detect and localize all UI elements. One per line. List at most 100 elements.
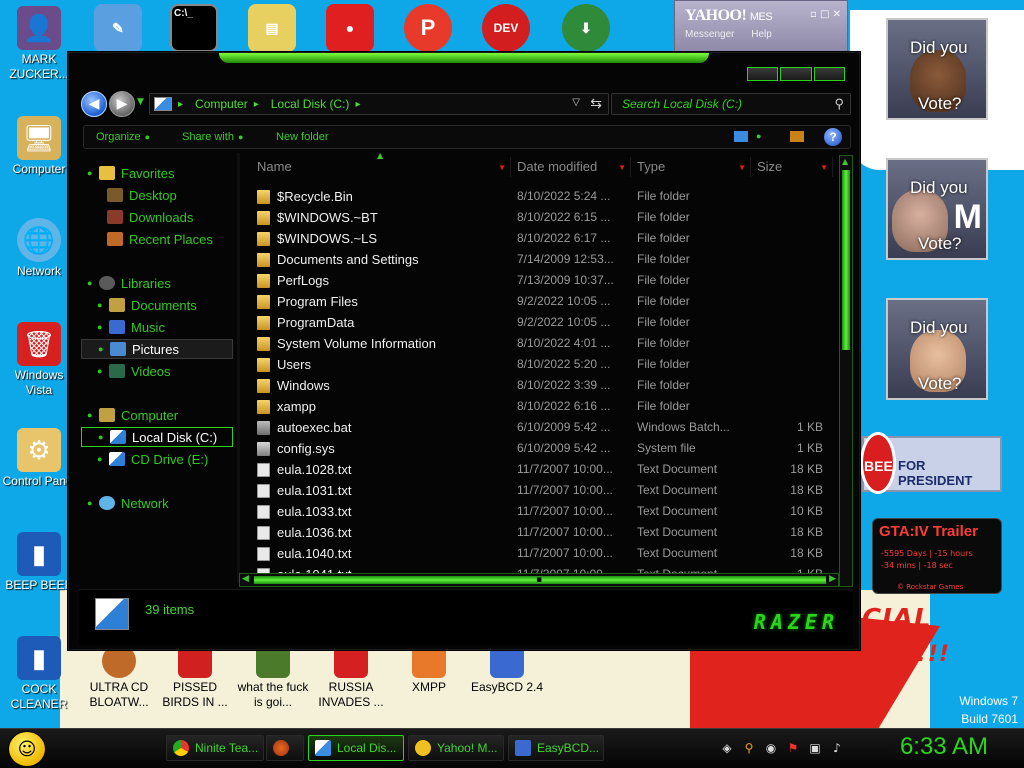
- nav-network[interactable]: ● Network: [87, 493, 169, 513]
- yahoo-messenger-window[interactable]: YAHOO! MES ▫ □ ✕ Messenger Help: [674, 0, 848, 56]
- file-row[interactable]: eula.1028.txt 11/7/2007 10:00... Text Docu…: [241, 459, 841, 480]
- expand-dot-icon[interactable]: ●: [98, 344, 110, 354]
- file-row[interactable]: $WINDOWS.~LS 8/10/2022 6:17 ... File folde…: [241, 228, 841, 249]
- file-row[interactable]: config.sys 6/10/2009 5:42 ... System file 1…: [241, 438, 841, 459]
- column-header-name[interactable]: Name ▼: [255, 157, 511, 177]
- chevron-right-icon[interactable]: ▸: [355, 99, 360, 110]
- clock[interactable]: 6:33 AM: [900, 733, 988, 761]
- nav-music[interactable]: ● Music: [97, 317, 165, 337]
- file-row[interactable]: System Volume Information 8/10/2022 4:01 …: [241, 333, 841, 354]
- gta-countdown-gadget[interactable]: GTA:IV Trailer -5595 Days | -15 hours -3…: [872, 518, 1002, 594]
- chevron-right-icon[interactable]: ▸: [178, 99, 183, 110]
- desktop-icon-what-the[interactable]: what the fuck is goi...: [234, 644, 312, 710]
- p-app-icon[interactable]: P: [404, 4, 452, 52]
- expand-dot-icon[interactable]: ●: [87, 410, 99, 420]
- expand-dot-icon[interactable]: ●: [98, 432, 110, 442]
- monitor-tray-icon[interactable]: ▣: [806, 739, 824, 757]
- file-row[interactable]: eula.1033.txt 11/7/2007 10:00... Text Docu…: [241, 501, 841, 522]
- view-mode-icon[interactable]: [734, 131, 748, 142]
- share-with-button[interactable]: Share with ●: [182, 131, 243, 143]
- breadcrumb-computer[interactable]: Computer: [195, 97, 248, 111]
- address-bar[interactable]: ▸ Computer ▸ Local Disk (C:) ▸ ▽ ⇆: [149, 93, 609, 115]
- file-row[interactable]: xampp 8/10/2022 6:16 ... File folder: [241, 396, 841, 417]
- maximize-button[interactable]: [780, 67, 812, 81]
- chat-tray-icon[interactable]: ◉: [762, 739, 780, 757]
- nav-local-disk[interactable]: ● Local Disk (C:): [81, 427, 233, 447]
- column-header-size[interactable]: Size ▼: [755, 157, 833, 177]
- desktop-icon-computer[interactable]: 🖥 Computer: [0, 116, 78, 177]
- nav-downloads[interactable]: Downloads: [107, 207, 193, 227]
- file-row[interactable]: Users 8/10/2022 5:20 ... File folder: [241, 354, 841, 375]
- column-header-type[interactable]: Type ▼: [635, 157, 751, 177]
- back-button[interactable]: ◀: [81, 91, 107, 117]
- file-row[interactable]: eula.1036.txt 11/7/2007 10:00... Text Docu…: [241, 522, 841, 543]
- desktop-icon-russia-invades[interactable]: RUSSIA INVADES ...: [312, 644, 390, 710]
- dev-cpp-icon[interactable]: DEV: [482, 4, 530, 52]
- taskbar-button-firefox[interactable]: [266, 735, 304, 761]
- breadcrumb-local-disk[interactable]: Local Disk (C:): [271, 97, 350, 111]
- taskbar-button-yahoo[interactable]: Yahoo! M...: [408, 735, 504, 761]
- expand-dot-icon[interactable]: ●: [87, 498, 99, 508]
- file-row[interactable]: $WINDOWS.~BT 8/10/2022 6:15 ... File folde…: [241, 207, 841, 228]
- expand-dot-icon[interactable]: ●: [97, 322, 109, 332]
- vote-poster[interactable]: Did you M Vote?: [886, 158, 988, 260]
- desktop-icon-network[interactable]: 🌐 Network: [0, 218, 78, 279]
- minimize-button[interactable]: [747, 67, 779, 81]
- nav-libraries[interactable]: ● Libraries: [87, 273, 171, 293]
- desktop-icon-beep-beep[interactable]: ▮ BEEP BEEP: [0, 532, 78, 593]
- expand-dot-icon[interactable]: ●: [97, 300, 109, 310]
- desktop-icon-pissed-birds[interactable]: PISSED BIRDS IN ...: [156, 644, 234, 710]
- chevron-down-icon[interactable]: ▼: [498, 163, 506, 172]
- start-button[interactable]: ☺: [8, 731, 46, 767]
- scroll-right-icon[interactable]: ▶: [829, 574, 836, 584]
- volume-tray-icon[interactable]: ♪: [828, 739, 846, 757]
- taskbar-button-ninite[interactable]: Ninite Tea...: [166, 735, 264, 761]
- file-row[interactable]: PerfLogs 7/13/2009 10:37... File folder: [241, 270, 841, 291]
- refresh-icon[interactable]: ⇆: [590, 95, 602, 112]
- download-manager-icon[interactable]: ⬇: [562, 4, 610, 52]
- file-row[interactable]: Windows 8/10/2022 3:39 ... File folder: [241, 375, 841, 396]
- nav-recent-places[interactable]: Recent Places: [107, 229, 213, 249]
- yahoo-menu-help[interactable]: Help: [751, 29, 772, 40]
- folder-stack-icon[interactable]: ▤: [248, 4, 296, 52]
- desktop-icon-easybcd[interactable]: EasyBCD 2.4: [468, 644, 546, 695]
- horizontal-scrollbar[interactable]: ◀ ▪ ▶: [239, 573, 839, 587]
- desktop-icon-ultra-cd[interactable]: ULTRA CD BLOATW...: [80, 644, 158, 710]
- desktop-icon-xmpp[interactable]: XMPP: [390, 644, 468, 695]
- desktop-icon-recycle-bin[interactable]: 🗑 Windows Vista: [0, 322, 78, 398]
- desktop-icon-cock-cleaner[interactable]: ▮ COCK CLEANER: [0, 636, 78, 712]
- yahoo-window-controls[interactable]: ▫ □ ✕: [810, 9, 841, 20]
- nav-pictures[interactable]: ● Pictures: [81, 339, 233, 359]
- search-input[interactable]: Search Local Disk (C:) ⚲: [611, 93, 851, 115]
- organize-button[interactable]: Organize ●: [96, 131, 150, 143]
- chevron-down-icon[interactable]: ▼: [820, 163, 828, 172]
- vote-poster[interactable]: Did you Vote?: [886, 298, 988, 400]
- nav-computer[interactable]: ● Computer: [87, 405, 178, 425]
- file-row[interactable]: $Recycle.Bin 8/10/2022 5:24 ... File folde…: [241, 186, 841, 207]
- taskbar-button-local-disk[interactable]: Local Dis...: [308, 735, 404, 761]
- new-folder-button[interactable]: New folder: [276, 131, 329, 143]
- desktop-icon-mark-zuckerberg[interactable]: 👤 MARK ZUCKER...: [0, 6, 78, 82]
- explorer-window[interactable]: ◀ ▶ ▼ ▸ Computer ▸ Local Disk (C:) ▸ ▽ ⇆…: [68, 52, 860, 650]
- search-icon[interactable]: ⚲: [834, 96, 844, 112]
- vote-poster[interactable]: Did you Vote?: [886, 18, 988, 120]
- preview-pane-icon[interactable]: [790, 131, 804, 142]
- desktop-icon-control-panel[interactable]: ⚙ Control Panel: [0, 428, 78, 489]
- vertical-scrollbar[interactable]: ▲: [839, 155, 853, 587]
- column-header-date[interactable]: Date modified ▼: [515, 157, 631, 177]
- editor-icon[interactable]: ✎: [94, 4, 142, 52]
- command-prompt-icon[interactable]: C:\_: [170, 4, 218, 52]
- expand-dot-icon[interactable]: ●: [97, 366, 109, 376]
- nav-documents[interactable]: ● Documents: [97, 295, 197, 315]
- dropdown-dot-icon[interactable]: ●: [756, 131, 761, 142]
- chevron-right-icon[interactable]: ▸: [254, 99, 259, 110]
- chevron-down-icon[interactable]: ▼: [738, 163, 746, 172]
- file-row[interactable]: ProgramData 9/2/2022 10:05 ... File folder: [241, 312, 841, 333]
- forward-button[interactable]: ▶: [109, 91, 135, 117]
- file-row[interactable]: Documents and Settings 7/14/2009 12:53...…: [241, 249, 841, 270]
- network-tray-icon[interactable]: ◈: [718, 739, 736, 757]
- nav-desktop[interactable]: Desktop: [107, 185, 177, 205]
- file-row[interactable]: autoexec.bat 6/10/2009 5:42 ... Windows Ba…: [241, 417, 841, 438]
- expand-dot-icon[interactable]: ●: [87, 168, 99, 178]
- taskbar-button-easybcd[interactable]: EasyBCD...: [508, 735, 604, 761]
